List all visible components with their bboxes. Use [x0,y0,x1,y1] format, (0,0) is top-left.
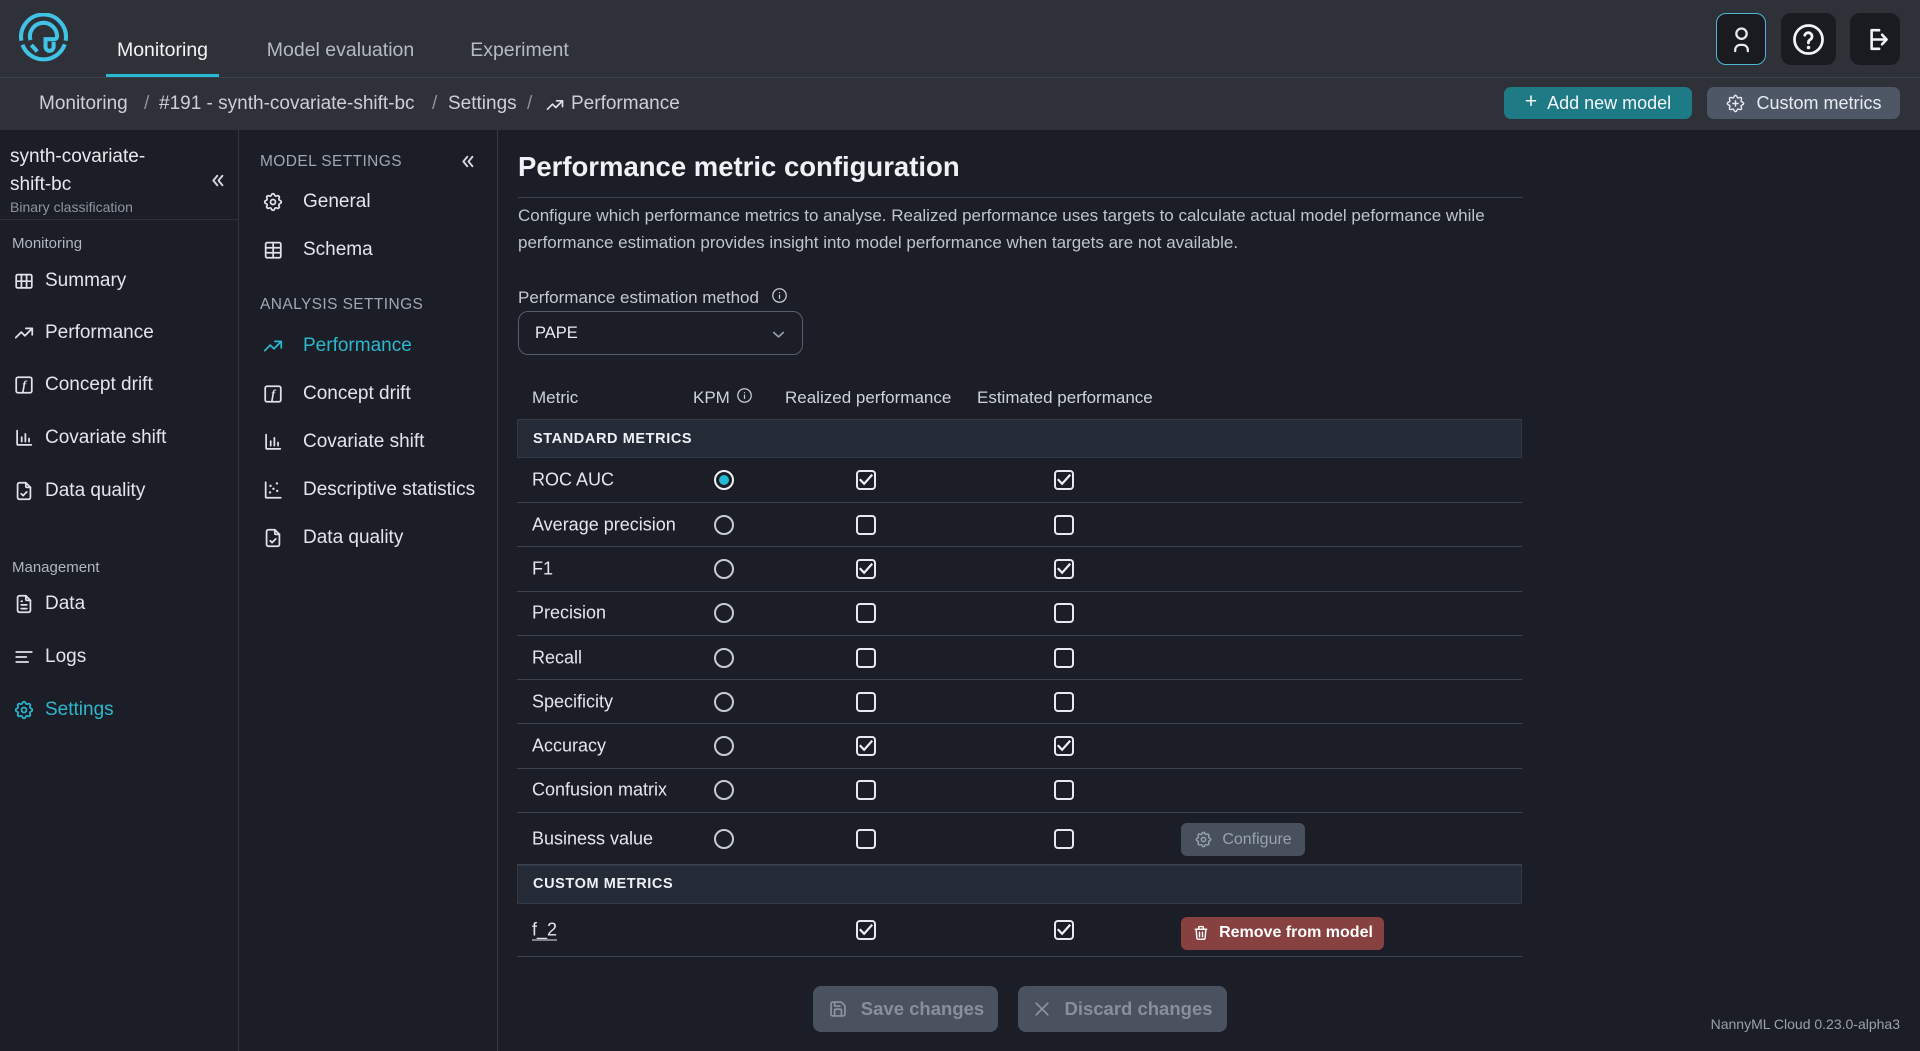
svg-text:f: f [22,378,28,392]
svg-text:f: f [271,387,277,401]
